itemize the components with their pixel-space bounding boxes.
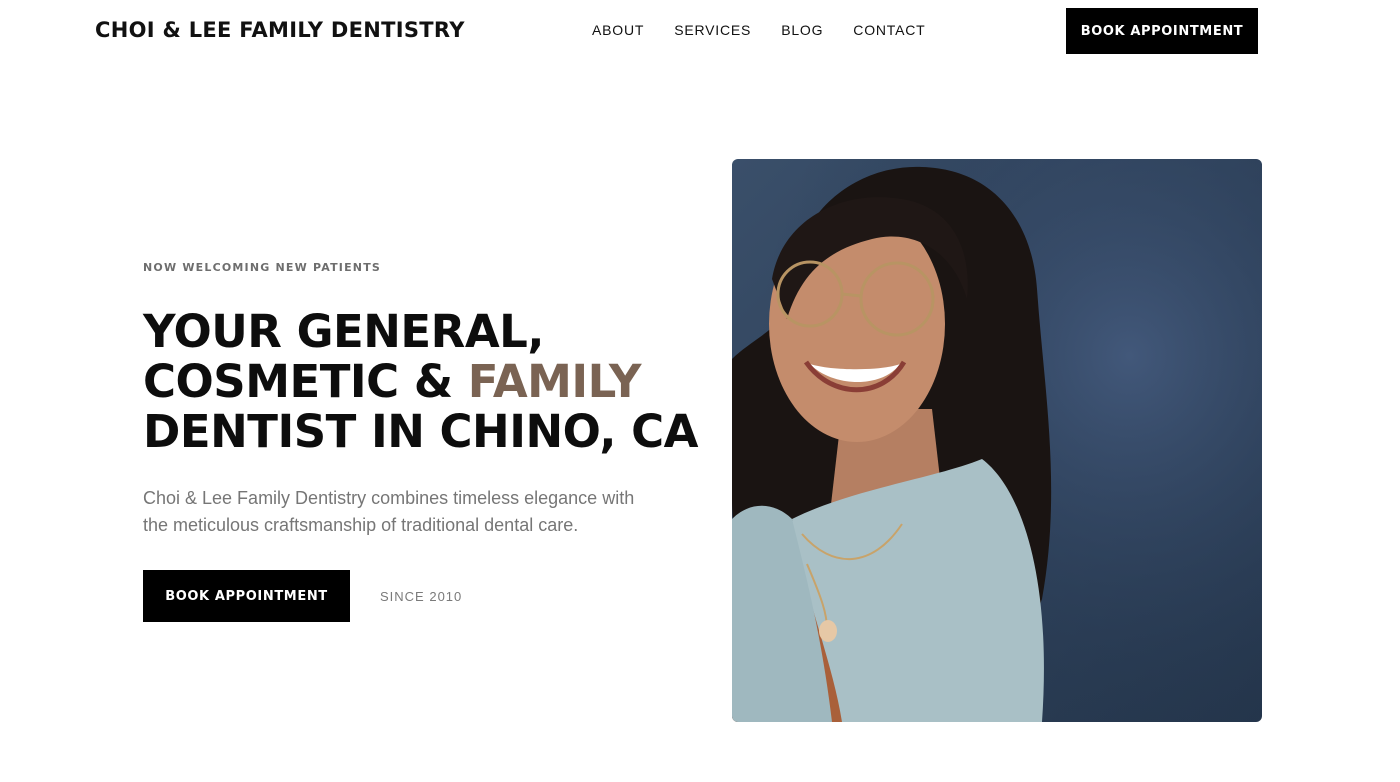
- hero-eyebrow: NOW WELCOMING NEW PATIENTS: [143, 261, 382, 274]
- headline-line-3: DENTIST IN CHINO, CA: [143, 405, 699, 458]
- nav-about[interactable]: ABOUT: [592, 22, 644, 38]
- site-logo[interactable]: CHOI & LEE FAMILY DENTISTRY: [95, 18, 465, 42]
- hero-photo: [732, 159, 1262, 722]
- header-book-appointment-button[interactable]: BOOK APPOINTMENT: [1066, 8, 1258, 54]
- nav-services[interactable]: SERVICES: [674, 22, 751, 38]
- hero-cta-row: BOOK APPOINTMENT SINCE 2010: [143, 570, 462, 622]
- main-nav: ABOUT SERVICES BLOG CONTACT: [592, 22, 926, 38]
- headline-accent-word: FAMILY: [467, 355, 642, 408]
- site-header: CHOI & LEE FAMILY DENTISTRY ABOUT SERVIC…: [0, 0, 1400, 62]
- hero-headline: YOUR GENERAL, COSMETIC & FAMILY DENTIST …: [143, 307, 703, 457]
- headline-line-1: YOUR GENERAL,: [143, 305, 544, 358]
- nav-blog[interactable]: BLOG: [781, 22, 823, 38]
- smiling-woman-portrait-image: [732, 159, 1262, 722]
- nav-contact[interactable]: CONTACT: [853, 22, 925, 38]
- headline-line-2: COSMETIC & FAMILY: [143, 357, 703, 407]
- headline-line-2-prefix: COSMETIC &: [143, 355, 468, 408]
- since-label: SINCE 2010: [380, 588, 463, 604]
- hero-book-appointment-button[interactable]: BOOK APPOINTMENT: [143, 570, 350, 622]
- hero-description: Choi & Lee Family Dentistry combines tim…: [143, 488, 635, 535]
